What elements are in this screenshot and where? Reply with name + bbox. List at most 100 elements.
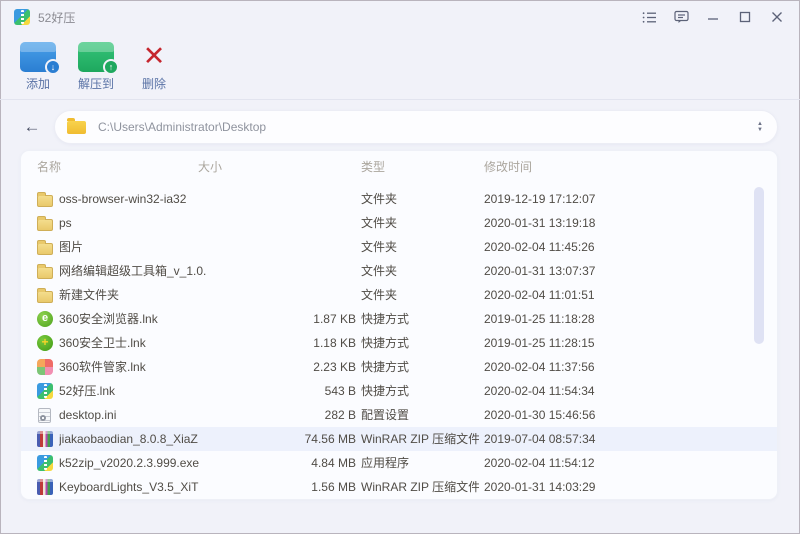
address-bar[interactable]: C:\Users\Administrator\Desktop ▲▼ [54, 110, 778, 144]
maximize-button[interactable] [734, 6, 756, 28]
column-header-type[interactable]: 类型 [361, 151, 385, 183]
extract-button-label: 解压到 [78, 75, 114, 92]
file-size: 74.56 MB [259, 427, 356, 451]
file-size: 282 B [259, 403, 356, 427]
file-list-panel: 名称 大小 类型 修改时间 oss-browser-win32-ia32 文件夹… [20, 150, 778, 500]
extract-to-button[interactable]: ↑ 解压到 [74, 40, 118, 92]
column-header-name[interactable]: 名称 [37, 151, 61, 183]
address-path[interactable]: C:\Users\Administrator\Desktop [98, 120, 757, 134]
file-name: ps [59, 211, 259, 235]
view-list-icon[interactable] [638, 6, 660, 28]
file-name: 52好压.lnk [59, 379, 259, 403]
app-logo-icon [14, 9, 30, 25]
file-name: 新建文件夹 [59, 283, 259, 307]
file-type: 文件夹 [356, 283, 479, 307]
file-size: 1.56 MB [259, 475, 356, 499]
file-type: 快捷方式 [356, 307, 479, 331]
scrollbar-thumb[interactable] [754, 187, 764, 344]
file-row[interactable]: KeyboardLights_V3.5_XiT 1.56 MB WinRAR Z… [21, 475, 777, 499]
file-row[interactable]: 网络编辑超级工具箱_v_1.0. 文件夹 2020-01-31 13:07:37 [21, 259, 777, 283]
file-modified: 2020-02-04 11:37:56 [479, 355, 777, 379]
column-header-modified[interactable]: 修改时间 [484, 151, 532, 183]
file-size: 1.87 KB [259, 307, 356, 331]
winrar-file-icon [37, 479, 53, 495]
folder-file-icon [37, 291, 53, 303]
file-type: 快捷方式 [356, 331, 479, 355]
file-type: 文件夹 [356, 211, 479, 235]
file-size: 4.84 MB [259, 451, 356, 475]
file-row[interactable]: oss-browser-win32-ia32 文件夹 2019-12-19 17… [21, 187, 777, 211]
file-row[interactable]: ps 文件夹 2020-01-31 13:19:18 [21, 211, 777, 235]
file-modified: 2019-07-04 08:57:34 [479, 427, 777, 451]
back-button[interactable]: ← [22, 117, 42, 137]
file-type: 文件夹 [356, 187, 479, 211]
file-type: 文件夹 [356, 235, 479, 259]
file-row[interactable]: 360安全浏览器.lnk 1.87 KB 快捷方式 2019-01-25 11:… [21, 307, 777, 331]
haozip-file-icon [37, 383, 53, 399]
file-size: 2.23 KB [259, 355, 356, 379]
file-row[interactable]: 360安全卫士.lnk 1.18 KB 快捷方式 2019-01-25 11:2… [21, 331, 777, 355]
file-type: 快捷方式 [356, 355, 479, 379]
file-modified: 2020-02-04 11:45:26 [479, 235, 777, 259]
file-row[interactable]: 新建文件夹 文件夹 2020-02-04 11:01:51 [21, 283, 777, 307]
minimize-button[interactable] [702, 6, 724, 28]
file-modified: 2019-12-19 17:12:07 [479, 187, 777, 211]
safe360-file-icon [37, 335, 53, 351]
file-modified: 2019-01-25 11:18:28 [479, 307, 777, 331]
file-type: WinRAR ZIP 压缩文件 [356, 475, 479, 499]
file-row[interactable]: desktop.ini 282 B 配置设置 2020-01-30 15:46:… [21, 403, 777, 427]
file-name: oss-browser-win32-ia32 [59, 187, 259, 211]
delete-x-icon: ✕ [136, 40, 172, 72]
file-modified: 2020-02-04 11:54:34 [479, 379, 777, 403]
file-modified: 2020-01-31 14:03:29 [479, 475, 777, 499]
navigation-row: ← C:\Users\Administrator\Desktop ▲▼ [0, 100, 800, 144]
titlebar: 52好压 [0, 0, 800, 34]
file-row[interactable]: 52好压.lnk 543 B 快捷方式 2020-02-04 11:54:34 [21, 379, 777, 403]
soft360-file-icon [37, 359, 53, 375]
file-name: 图片 [59, 235, 259, 259]
file-type: WinRAR ZIP 压缩文件 [356, 427, 479, 451]
delete-button-label: 删除 [142, 75, 166, 92]
toolbar: ↓ 添加 ↑ 解压到 ✕ 删除 [0, 34, 800, 100]
file-name: jiakaobaodian_8.0.8_XiaZ [59, 427, 259, 451]
file-modified: 2020-02-04 11:54:12 [479, 451, 777, 475]
file-modified: 2020-01-30 15:46:56 [479, 403, 777, 427]
window-controls [638, 6, 788, 28]
file-type: 应用程序 [356, 451, 479, 475]
file-size: 543 B [259, 379, 356, 403]
file-name: 360软件管家.lnk [59, 355, 259, 379]
file-name: 360安全卫士.lnk [59, 331, 259, 355]
file-row[interactable]: 图片 文件夹 2020-02-04 11:45:26 [21, 235, 777, 259]
file-row[interactable]: 360软件管家.lnk 2.23 KB 快捷方式 2020-02-04 11:3… [21, 355, 777, 379]
folder-file-icon [37, 267, 53, 279]
file-row[interactable]: jiakaobaodian_8.0.8_XiaZ 74.56 MB WinRAR… [21, 427, 777, 451]
add-button-label: 添加 [26, 75, 50, 92]
file-modified: 2020-02-04 11:01:51 [479, 283, 777, 307]
window-title: 52好压 [38, 9, 75, 26]
file-name: KeyboardLights_V3.5_XiT [59, 475, 259, 499]
haozip-file-icon [37, 455, 53, 471]
archive-add-icon: ↓ [20, 42, 56, 72]
file-modified: 2020-01-31 13:19:18 [479, 211, 777, 235]
feedback-icon[interactable] [670, 6, 692, 28]
folder-file-icon [37, 243, 53, 255]
file-type: 配置设置 [356, 403, 479, 427]
folder-file-icon [37, 195, 53, 207]
path-stepper-icon[interactable]: ▲▼ [757, 121, 763, 133]
file-row[interactable]: k52zip_v2020.2.3.999.exe 4.84 MB 应用程序 20… [21, 451, 777, 475]
file-type: 快捷方式 [356, 379, 479, 403]
file-rows: oss-browser-win32-ia32 文件夹 2019-12-19 17… [21, 187, 777, 499]
folder-icon [67, 121, 86, 134]
browser360-file-icon [37, 311, 53, 327]
list-header: 名称 大小 类型 修改时间 [21, 151, 777, 183]
column-header-size[interactable]: 大小 [198, 151, 222, 183]
add-button[interactable]: ↓ 添加 [16, 40, 60, 92]
file-modified: 2019-01-25 11:28:15 [479, 331, 777, 355]
file-name: k52zip_v2020.2.3.999.exe [59, 451, 259, 475]
winrar-file-icon [37, 431, 53, 447]
delete-button[interactable]: ✕ 删除 [132, 40, 176, 92]
close-button[interactable] [766, 6, 788, 28]
file-name: desktop.ini [59, 403, 259, 427]
file-name: 360安全浏览器.lnk [59, 307, 259, 331]
ini-file-icon [38, 408, 51, 423]
